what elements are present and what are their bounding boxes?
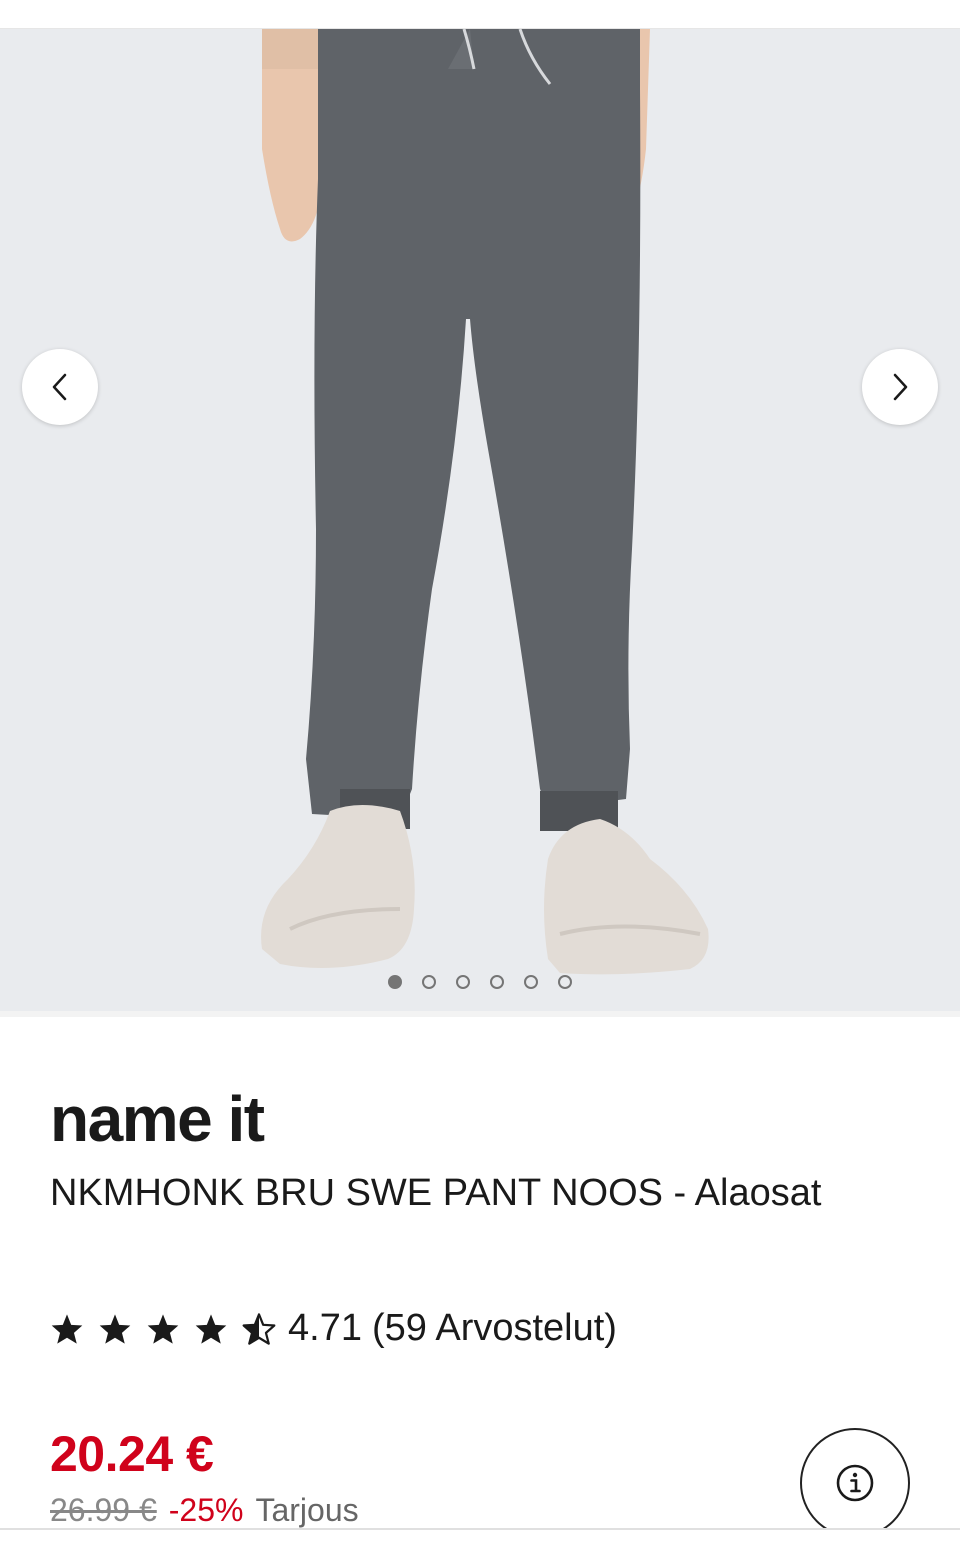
pagination-dot-2[interactable] <box>422 975 436 989</box>
discount-badge: -25% <box>168 1492 244 1528</box>
top-bar <box>0 0 960 29</box>
gallery-pagination <box>0 975 960 989</box>
review-count[interactable]: (59 Arvostelut) <box>372 1307 617 1350</box>
star-full-icon <box>147 1313 179 1344</box>
price-details: 26.99 € -25% Tarjous <box>50 1492 359 1529</box>
brand-name[interactable]: name it <box>50 1082 265 1156</box>
pagination-dot-4[interactable] <box>490 975 504 989</box>
star-half-icon <box>242 1312 276 1345</box>
star-full-icon <box>51 1313 83 1344</box>
current-price: 20.24 € <box>50 1426 214 1482</box>
chevron-right-icon <box>893 373 908 401</box>
product-image-gallery[interactable] <box>0 29 960 1011</box>
price-info-button[interactable] <box>800 1428 910 1538</box>
product-name: NKMHONK BRU SWE PANT NOOS - Alaosat <box>50 1172 822 1214</box>
pagination-dot-3[interactable] <box>456 975 470 989</box>
next-image-button[interactable] <box>862 349 938 425</box>
rating-value: 4.71 <box>288 1307 362 1349</box>
original-price: 26.99 € <box>50 1492 157 1528</box>
info-icon <box>836 1464 874 1502</box>
bottom-area <box>0 1530 960 1564</box>
chevron-left-icon <box>52 373 67 401</box>
star-full-icon <box>195 1313 227 1344</box>
pagination-dot-6[interactable] <box>558 975 572 989</box>
rating-stars <box>50 1312 276 1345</box>
product-photo <box>0 29 960 1011</box>
product-rating[interactable]: 4.71 (59 Arvostelut) <box>50 1307 617 1350</box>
pagination-dot-1[interactable] <box>388 975 402 989</box>
deal-label: Tarjous <box>255 1492 359 1528</box>
section-divider <box>0 1011 960 1017</box>
pagination-dot-5[interactable] <box>524 975 538 989</box>
previous-image-button[interactable] <box>22 349 98 425</box>
star-full-icon <box>99 1313 131 1344</box>
